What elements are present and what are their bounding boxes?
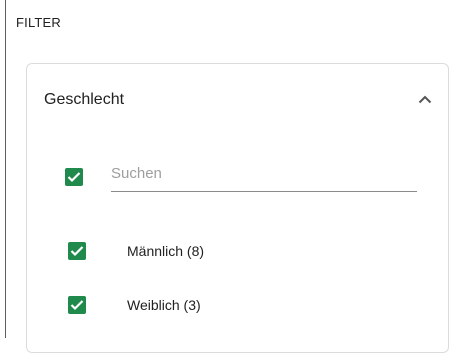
option-checkbox-maennlich[interactable]: [68, 242, 86, 260]
filter-panel: FILTER Geschlecht Männlich (8): [5, 0, 452, 353]
checkmark-icon: [67, 172, 81, 183]
option-label-maennlich[interactable]: Männlich (8): [127, 243, 204, 259]
option-checkbox-weiblich[interactable]: [68, 296, 86, 314]
select-all-checkbox[interactable]: [65, 168, 83, 186]
filter-heading: FILTER: [16, 15, 62, 30]
chevron-up-icon: [418, 95, 432, 103]
collapse-button[interactable]: [414, 88, 436, 110]
facet-card-geschlecht: Geschlecht Männlich (8): [26, 63, 449, 353]
search-field: [111, 156, 417, 192]
option-label-weiblich[interactable]: Weiblich (3): [127, 297, 201, 313]
checkmark-icon: [70, 246, 84, 257]
facet-header[interactable]: Geschlecht: [27, 64, 448, 136]
checkmark-icon: [70, 300, 84, 311]
search-input[interactable]: [111, 162, 411, 184]
facet-title: Geschlecht: [44, 91, 125, 108]
